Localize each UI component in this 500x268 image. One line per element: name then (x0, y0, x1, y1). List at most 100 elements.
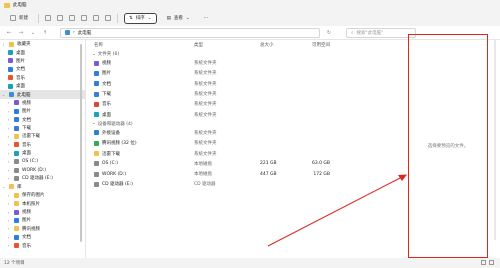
sidebar-item-downloads[interactable]: › 下载 (0, 124, 85, 132)
chevron-right-icon[interactable]: › (6, 226, 11, 231)
chevron-right-icon[interactable]: › (6, 193, 11, 198)
chevron-right-icon[interactable]: › (6, 235, 11, 240)
chevron-right-icon[interactable]: › (6, 218, 11, 223)
sidebar-item-desktop[interactable]: 桌面 (0, 48, 85, 56)
sidebar-item-drive-c[interactable]: › OS (C:) (0, 157, 85, 165)
column-name[interactable]: 名称 (86, 42, 194, 48)
download-icon (94, 91, 99, 97)
chevron-right-icon[interactable]: › (6, 201, 11, 206)
sidebar-item-desktop[interactable]: › 桌面 (0, 149, 85, 157)
chevron-right-icon[interactable]: › (6, 151, 11, 156)
view-button[interactable]: ▤ 查看 ⌄ (163, 13, 194, 24)
breadcrumb[interactable]: 此电脑 (78, 30, 92, 36)
list-item[interactable]: OS (C:) 本地磁盘 221 GB 63.0 GB (86, 159, 408, 169)
rename-icon[interactable] (81, 15, 87, 21)
chevron-right-icon[interactable]: › (6, 134, 11, 139)
chevron-right-icon[interactable]: › (1, 42, 6, 47)
back-icon[interactable]: ← (6, 30, 12, 36)
copy-icon[interactable] (57, 15, 63, 21)
sidebar-scrollbar[interactable] (80, 44, 82, 242)
chevron-right-icon[interactable]: › (6, 159, 11, 164)
group-header-folders[interactable]: ⌄ 文件夹 (6) (86, 50, 408, 58)
chevron-right-icon[interactable]: › (6, 117, 11, 122)
up-icon[interactable]: ↑ (42, 30, 48, 36)
chevron-right-icon[interactable]: › (6, 126, 11, 131)
search-icon: ⌕ (351, 30, 354, 36)
status-bar: 12 个项目 (0, 258, 500, 268)
list-item[interactable]: 下载 系统文件夹 (86, 89, 408, 99)
paste-icon[interactable] (69, 15, 75, 21)
sidebar-item-libraries[interactable]: ⌄ 库 (0, 183, 85, 191)
sidebar-item-thunder-downloads[interactable]: › 迅雷下载 (0, 132, 85, 140)
sidebar-item-favorites[interactable]: › 收藏夹 (0, 40, 85, 48)
list-item[interactable]: 迅雷下载 系统文件夹 (86, 148, 408, 158)
forward-icon[interactable]: → (18, 30, 24, 36)
sidebar-item-pictures[interactable]: › 图片 (0, 216, 85, 224)
chevron-right-icon[interactable]: › (6, 243, 11, 248)
sidebar-item-camera-roll[interactable]: › 本机照片 (0, 199, 85, 207)
list-item[interactable]: WORK (D:) 本地磁盘 447 GB 172 GB (86, 169, 408, 179)
sidebar-item-pictures[interactable]: › 图片 (0, 107, 85, 115)
sidebar-item-drive-d[interactable]: › WORK (D:) (0, 166, 85, 174)
sidebar-item-saved-pictures[interactable]: › 保存的图片 (0, 191, 85, 199)
item-type: 系统文件夹 (194, 141, 217, 147)
sidebar-item-pictures[interactable]: 图片 (0, 57, 85, 65)
pc-icon (65, 30, 70, 35)
chevron-right-icon[interactable]: › (6, 210, 11, 215)
chevron-right-icon[interactable]: › (6, 100, 11, 105)
folder-icon (8, 83, 13, 89)
delete-icon[interactable] (105, 15, 111, 21)
folder-icon (4, 2, 10, 8)
new-button[interactable]: 新建 (6, 13, 32, 24)
sidebar-item-music[interactable]: 音乐 (0, 74, 85, 82)
search-input[interactable]: ⌕ 搜索"此电脑" (346, 27, 416, 38)
sidebar-item-documents[interactable]: › 文档 (0, 116, 85, 124)
video-icon (14, 100, 19, 106)
sidebar-item-music[interactable]: › 音乐 (0, 141, 85, 149)
music-icon (14, 243, 19, 249)
star-icon (9, 41, 14, 47)
list-item[interactable]: 音乐 系统文件夹 (86, 99, 408, 109)
share-icon[interactable] (93, 15, 99, 21)
device-icon (94, 130, 99, 136)
item-type: 系统文件夹 (194, 81, 217, 87)
chevron-right-icon[interactable]: › (6, 142, 11, 147)
details-view-icon[interactable] (481, 260, 486, 265)
new-icon (10, 15, 16, 21)
group-label: 文件夹 (6) (97, 52, 120, 57)
sort-button[interactable]: ⇅ 排序 ⌄ (124, 12, 157, 24)
group-header-devices[interactable]: ⌄ 设备和驱动器 (4) (86, 120, 408, 128)
list-item[interactable]: 文档 系统文件夹 (86, 79, 408, 89)
drive-icon (14, 159, 19, 165)
column-type[interactable]: 类型 (194, 42, 260, 48)
sidebar-item-videos[interactable]: › 视频 (0, 208, 85, 216)
sidebar-item-desktop[interactable]: 桌面 (0, 82, 85, 90)
refresh-icon[interactable]: ↻ (326, 30, 332, 36)
chevron-right-icon[interactable]: › (6, 176, 11, 181)
sidebar-item-this-pc[interactable]: ⌄ 此电脑 (0, 90, 85, 99)
sidebar-item-cd-drive[interactable]: › CD 驱动器 (E:) (0, 174, 85, 182)
column-total-size[interactable]: 总大小 (260, 42, 294, 48)
list-item[interactable]: CD 驱动器 (E:) CD 驱动器 (86, 179, 408, 189)
cut-icon[interactable] (45, 15, 51, 21)
column-free-space[interactable]: 可用空间 (294, 42, 338, 48)
sidebar-item-videos[interactable]: › 视频 (0, 99, 85, 107)
more-button[interactable]: ··· (200, 13, 212, 24)
recent-icon[interactable]: ⌄ (30, 30, 36, 36)
list-item[interactable]: 视频 系统文件夹 (86, 58, 408, 68)
tiles-view-icon[interactable] (489, 260, 494, 265)
sidebar-item-music[interactable]: › 音乐 (0, 241, 85, 249)
list-item[interactable]: 图片 系统文件夹 (86, 68, 408, 78)
chevron-right-icon[interactable]: › (6, 168, 11, 173)
sidebar-item-documents[interactable]: 文档 (0, 65, 85, 73)
chevron-down-icon[interactable]: ⌄ (1, 92, 6, 97)
chevron-right-icon[interactable]: › (6, 109, 11, 114)
sidebar-item-documents[interactable]: › 文档 (0, 233, 85, 241)
sidebar-item-tencent-video[interactable]: › 腾讯视频 (0, 225, 85, 233)
content-scrollbar[interactable] (494, 40, 496, 240)
chevron-down-icon[interactable]: ⌄ (1, 184, 6, 189)
list-item[interactable]: 外接设备 系统文件夹 (86, 128, 408, 138)
list-item[interactable]: 腾讯视频 (32 位) 系统文件夹 (86, 138, 408, 148)
address-bar[interactable]: › 此电脑 (60, 27, 320, 38)
list-item[interactable]: 桌面 系统文件夹 (86, 109, 408, 119)
